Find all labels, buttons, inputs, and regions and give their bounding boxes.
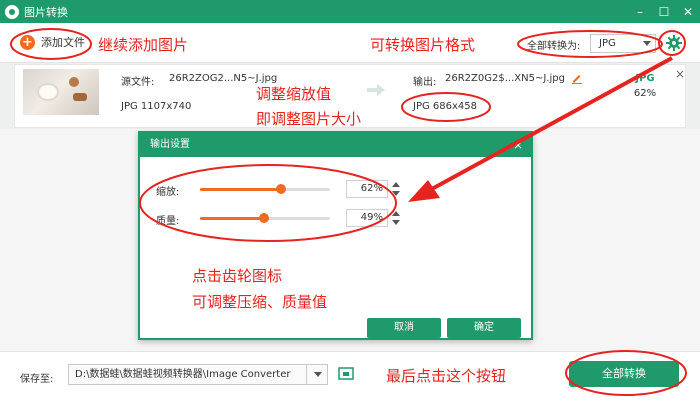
badge-format: JPG	[635, 73, 655, 84]
plus-icon: +	[20, 34, 35, 50]
scale-stepper[interactable]	[392, 181, 400, 197]
arrow-right-icon	[367, 84, 385, 96]
file-thumbnail	[23, 69, 99, 115]
remove-file-icon[interactable]: ×	[675, 67, 685, 81]
edit-icon[interactable]	[571, 72, 583, 84]
quality-slider-fill	[200, 217, 264, 220]
source-file-info: JPG 1107x740	[121, 101, 192, 112]
chevron-down-icon	[314, 372, 322, 377]
scale-value[interactable]: 62%	[346, 180, 388, 198]
quality-stepper[interactable]	[392, 210, 400, 226]
ok-button[interactable]: 确定	[447, 318, 521, 338]
annotation-gear-1: 点击齿轮图标	[192, 267, 283, 285]
format-select-value: JPG	[599, 38, 616, 49]
convert-all-button[interactable]: 全部转换	[569, 361, 679, 387]
annotation-gear-2: 可调整压缩、质量值	[192, 293, 328, 311]
scale-slider[interactable]	[200, 184, 330, 194]
dialog-title-bar: 输出设置 ×	[140, 133, 531, 157]
app-logo-icon	[5, 4, 19, 19]
annotation-adjust-scale-2: 即调整图片大小	[256, 110, 362, 128]
title-bar: 图片转换 – ☐ ✕	[0, 0, 700, 23]
quality-slider[interactable]	[200, 213, 330, 223]
scale-slider-fill	[200, 188, 281, 191]
annotation-add-images: 继续添加图片	[98, 36, 189, 54]
maximize-button[interactable]: ☐	[652, 5, 676, 19]
quality-label: 质量:	[156, 216, 180, 227]
annotation-convert-format: 可转换图片格式	[370, 36, 476, 54]
close-button[interactable]: ✕	[676, 5, 700, 19]
quality-slider-handle[interactable]	[258, 213, 269, 223]
quality-value[interactable]: 49%	[346, 209, 388, 227]
convert-all-format-label: 全部转换为:	[527, 41, 581, 52]
save-to-label: 保存至:	[20, 374, 54, 385]
window-title: 图片转换	[24, 5, 68, 19]
chevron-down-icon	[643, 41, 651, 46]
format-select[interactable]: JPG	[590, 34, 656, 53]
annotation-adjust-scale-1: 调整缩放值	[256, 85, 332, 103]
badge-percent: 62%	[633, 88, 657, 99]
bottom-bar: 保存至: D:\数据蛙\数据蛙视频转换器\Image Converter 全部转…	[0, 351, 700, 406]
scale-slider-handle[interactable]	[275, 184, 286, 194]
cancel-button[interactable]: 取消	[367, 318, 441, 338]
dialog-close-icon[interactable]: ×	[513, 133, 523, 157]
output-file-info: JPG 686x458	[413, 101, 477, 112]
dialog-title: 输出设置	[150, 139, 190, 150]
save-path-dropdown[interactable]	[306, 364, 328, 385]
output-file-label: 输出:	[413, 77, 437, 88]
window-controls: – ☐ ✕	[628, 0, 700, 23]
save-path-input[interactable]: D:\数据蛙\数据蛙视频转换器\Image Converter	[68, 364, 328, 385]
annotation-final: 最后点击这个按钮	[386, 367, 507, 385]
minimize-button[interactable]: –	[628, 5, 652, 19]
add-file-label: 添加文件	[41, 36, 85, 49]
folder-icon[interactable]	[338, 366, 354, 380]
gear-icon[interactable]	[666, 35, 682, 51]
source-file-label: 源文件:	[121, 77, 155, 88]
add-file-button[interactable]: + 添加文件	[20, 34, 85, 50]
scale-label: 缩放:	[156, 187, 180, 198]
output-format-badge[interactable]: JPG 62%	[627, 73, 663, 109]
save-path-value: D:\数据蛙\数据蛙视频转换器\Image Converter	[75, 369, 291, 380]
output-file-name: 26R2Z0G2$...XN5~J.jpg	[445, 73, 565, 84]
